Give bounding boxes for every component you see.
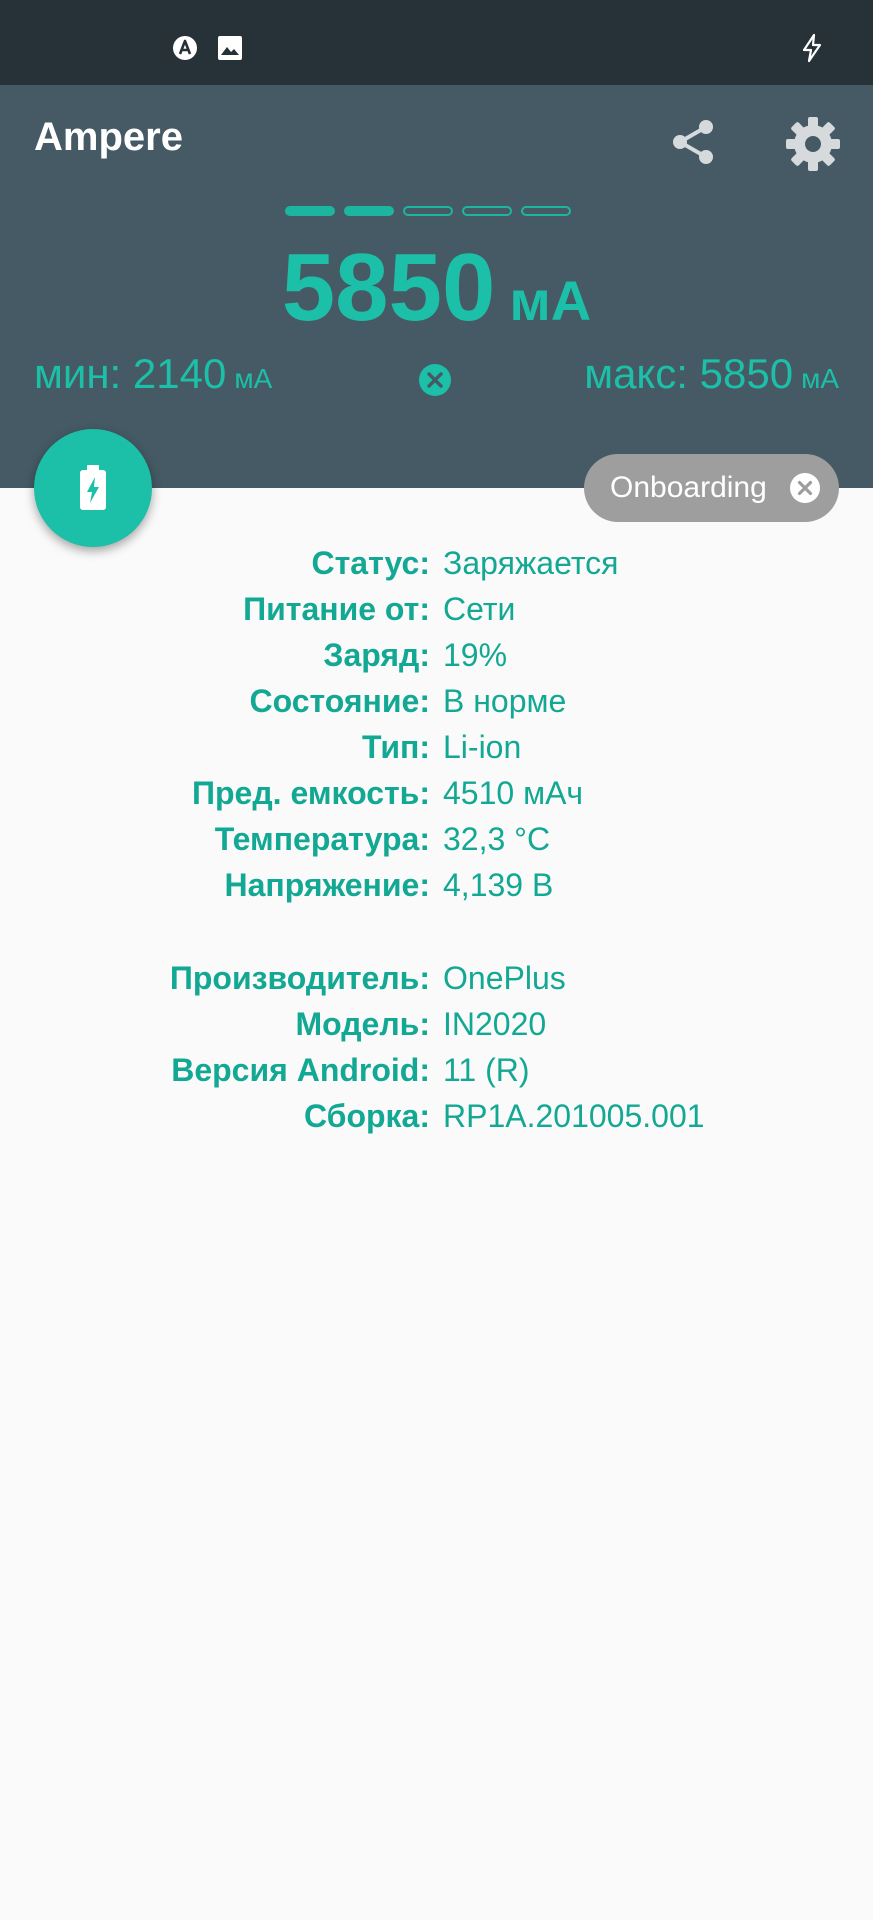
share-icon	[673, 120, 713, 164]
current-value: 5850	[281, 234, 496, 341]
onboarding-chip[interactable]: Onboarding	[584, 454, 839, 522]
onboarding-chip-label: Onboarding	[610, 471, 767, 504]
info-row-power-source: Питание от: Сети	[0, 586, 873, 632]
info-value: 4,139 В	[443, 867, 554, 903]
current-unit: мА	[509, 269, 592, 332]
min-value: мин: 2140	[34, 350, 227, 397]
info-label: Питание от:	[243, 591, 430, 627]
device-info: Производитель: OnePlus Модель: IN2020 Ве…	[0, 955, 873, 1139]
battery-info: Статус: Заряжается Питание от: Сети Заря…	[0, 540, 873, 908]
info-row-type: Тип: Li-ion	[0, 724, 873, 770]
image-icon	[215, 33, 245, 63]
info-value: Сети	[443, 591, 516, 627]
info-label: Статус:	[311, 545, 431, 581]
share-button[interactable]	[666, 115, 720, 169]
status-bar	[0, 0, 873, 85]
page-dot[interactable]	[462, 206, 512, 216]
info-row-android-version: Версия Android: 11 (R)	[0, 1047, 873, 1093]
info-row-temperature: Температура: 32,3 °C	[0, 816, 873, 862]
info-value: В норме	[443, 683, 567, 719]
info-value: 4510 мАч	[443, 775, 584, 811]
page-dot[interactable]	[521, 206, 571, 216]
info-row-status: Статус: Заряжается	[0, 540, 873, 586]
page-dot[interactable]	[285, 206, 335, 216]
info-value: OnePlus	[443, 960, 566, 996]
max-current: макс: 5850 мА	[584, 353, 839, 395]
info-value: 19%	[443, 637, 508, 673]
battery-fab[interactable]	[34, 429, 152, 547]
charging-bolt-icon	[797, 33, 827, 63]
max-unit: мА	[801, 363, 839, 394]
info-label: Тип:	[362, 729, 430, 765]
info-value: Li-ion	[443, 729, 522, 765]
info-value: Заряжается	[443, 545, 619, 581]
info-label: Сборка:	[303, 1098, 430, 1134]
battery-charging-icon	[80, 465, 106, 510]
page-dot[interactable]	[344, 206, 394, 216]
close-circle-icon	[419, 364, 451, 396]
reset-minmax-button[interactable]	[418, 363, 452, 397]
info-row-charge: Заряд: 19%	[0, 632, 873, 678]
info-value: RP1A.201005.001	[443, 1098, 705, 1134]
info-label: Заряд:	[323, 637, 430, 673]
min-current: мин: 2140 мА	[34, 353, 272, 395]
current-reading: 5850 мА	[0, 235, 873, 341]
page-indicator[interactable]	[285, 206, 571, 216]
info-value: 11 (R)	[443, 1052, 530, 1088]
autostart-a-icon	[170, 33, 200, 63]
info-label: Пред. емкость:	[192, 775, 430, 811]
info-value: IN2020	[443, 1006, 547, 1042]
page-dot[interactable]	[403, 206, 453, 216]
settings-button[interactable]	[784, 115, 842, 173]
info-row-model: Модель: IN2020	[0, 1001, 873, 1047]
info-label: Состояние:	[249, 683, 430, 719]
min-unit: мА	[234, 363, 273, 394]
info-row-build: Сборка: RP1A.201005.001	[0, 1093, 873, 1139]
info-value: 32,3 °C	[443, 821, 551, 857]
info-row-voltage: Напряжение: 4,139 В	[0, 862, 873, 908]
info-row-health: Состояние: В норме	[0, 678, 873, 724]
info-label: Версия Android:	[171, 1052, 430, 1088]
info-label: Производитель:	[169, 960, 430, 996]
gear-icon	[786, 117, 840, 171]
app-header: Ampere 5850 мА мин: 2140 мА макс: 5850 м…	[0, 85, 873, 488]
info-label: Температура:	[214, 821, 430, 857]
info-label: Модель:	[295, 1006, 430, 1042]
close-circle-icon	[790, 473, 820, 503]
info-row-capacity: Пред. емкость: 4510 мАч	[0, 770, 873, 816]
info-label: Напряжение:	[224, 867, 430, 903]
info-row-manufacturer: Производитель: OnePlus	[0, 955, 873, 1001]
onboarding-close-button[interactable]	[789, 472, 821, 504]
app-title: Ampere	[34, 115, 183, 159]
max-value: макс: 5850	[584, 350, 794, 397]
